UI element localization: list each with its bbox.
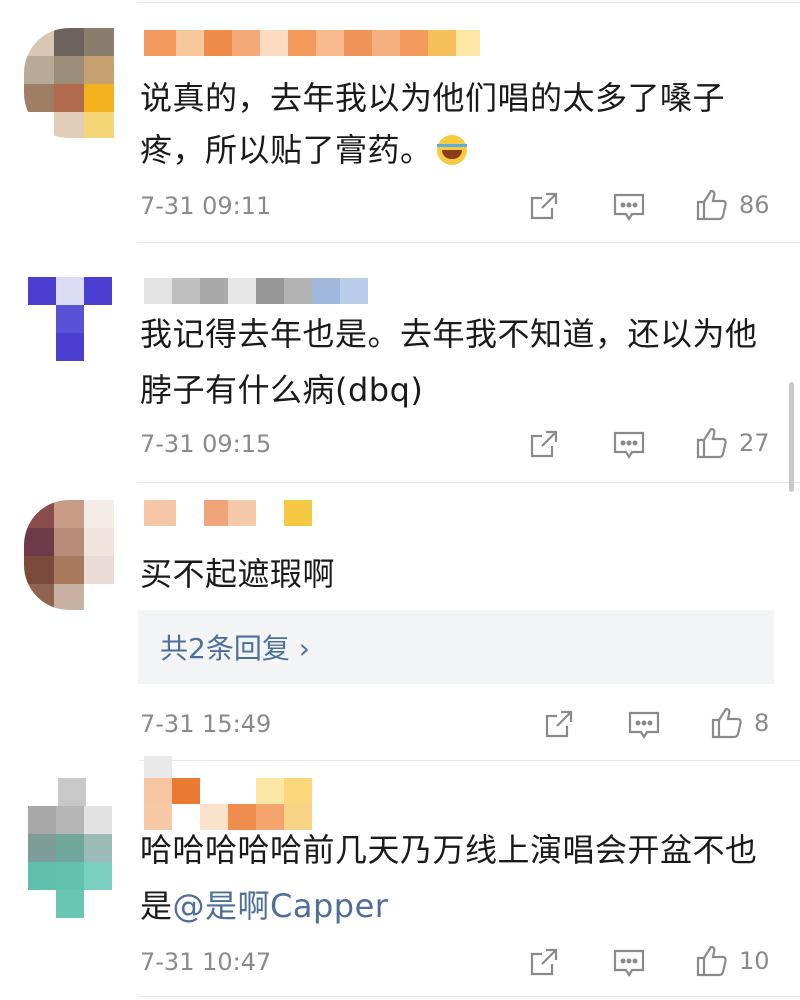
timestamp: 7-31 09:11 (140, 192, 272, 220)
comment-divider (138, 760, 800, 761)
like-count: 10 (739, 947, 770, 975)
comment-icon (613, 431, 645, 460)
avatar[interactable] (24, 500, 114, 610)
avatar[interactable] (28, 778, 118, 918)
comment-button[interactable] (612, 428, 646, 462)
comment-text-line: 买不起遮瑕啊 (140, 555, 336, 593)
like-button[interactable]: 27 (695, 426, 770, 460)
share-button[interactable] (528, 190, 560, 222)
comment-text-line: 哈哈哈哈哈前几天乃万线上演唱会开盆不也 (140, 831, 758, 869)
top-divider (138, 2, 800, 3)
like-button[interactable]: 86 (695, 188, 770, 222)
share-button[interactable] (543, 708, 575, 740)
timestamp: 7-31 15:49 (140, 710, 272, 738)
comment-text-line: 疼，所以贴了膏药。 (140, 122, 467, 178)
like-button[interactable]: 8 (710, 706, 769, 740)
mention-link[interactable]: @是啊Capper (173, 887, 389, 925)
share-button[interactable] (528, 946, 560, 978)
comment-divider (138, 242, 800, 243)
share-icon (545, 710, 573, 738)
comment-icon (628, 711, 660, 740)
share-icon (530, 430, 558, 458)
timestamp: 7-31 09:15 (140, 430, 272, 458)
thumbs-up-icon (711, 707, 742, 739)
scrollbar[interactable] (789, 382, 794, 492)
comment-button[interactable] (612, 190, 646, 224)
comment-button[interactable] (612, 946, 646, 980)
avatar[interactable] (24, 28, 114, 138)
thumbs-up-icon (696, 427, 727, 459)
comment-text-fragment: 是 (140, 887, 173, 925)
like-button[interactable]: 10 (695, 944, 770, 978)
comment-text-line: 我记得去年也是。去年我不知道，还以为他 (140, 315, 758, 353)
thumbs-up-icon (696, 189, 727, 221)
comment-divider (138, 482, 800, 483)
comment-text-line: 是@是啊Capper (140, 878, 388, 934)
thumbs-up-icon (696, 945, 727, 977)
like-count: 27 (739, 429, 770, 457)
share-icon (530, 948, 558, 976)
like-count: 8 (754, 709, 770, 737)
comment-text-line: 脖子有什么病(dbq) (140, 371, 424, 409)
timestamp: 7-31 10:47 (140, 948, 272, 976)
comment-divider (138, 996, 800, 997)
comment-text-fragment: 疼，所以贴了膏药。 (140, 131, 433, 169)
share-button[interactable] (528, 428, 560, 460)
avatar[interactable] (28, 277, 118, 361)
replies-label: 共2条回复 › (160, 632, 310, 665)
comment-button[interactable] (627, 708, 661, 742)
comment-icon (613, 949, 645, 978)
like-count: 86 (739, 191, 770, 219)
view-replies-button[interactable]: 共2条回复 › (138, 610, 774, 684)
comment-text-line: 说真的，去年我以为他们唱的太多了嗓子 (140, 79, 726, 117)
laughing-tears-emoji-icon (436, 135, 467, 165)
share-icon (530, 192, 558, 220)
comment-icon (613, 193, 645, 222)
